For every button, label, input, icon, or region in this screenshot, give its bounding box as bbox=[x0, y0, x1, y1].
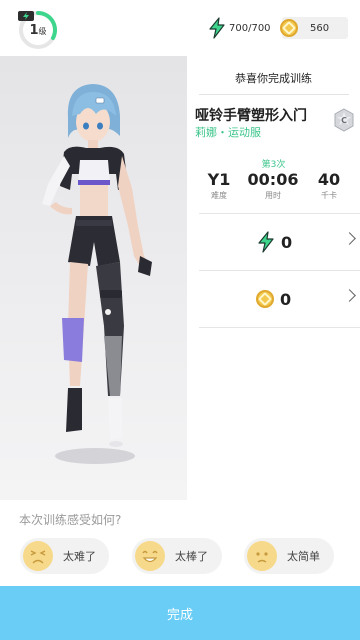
coin-icon bbox=[256, 290, 274, 308]
feedback-label: 太难了 bbox=[63, 550, 96, 563]
coin-reward-value: 0 bbox=[280, 289, 292, 309]
feedback-label: 太简单 bbox=[287, 550, 320, 563]
stats-row: Y1 难度 00:06 用时 40 千卡 bbox=[187, 170, 360, 204]
energy-reward-value: 0 bbox=[281, 232, 293, 252]
feedback-too-hard-button[interactable]: 太难了 bbox=[20, 538, 109, 574]
neutral-face-icon bbox=[247, 541, 277, 571]
level-value: 1 bbox=[29, 23, 39, 38]
coin-icon bbox=[280, 19, 298, 37]
divider bbox=[199, 327, 360, 328]
stat-label: 用时 bbox=[265, 191, 281, 200]
energy-icon bbox=[209, 17, 225, 39]
top-bar: 1级 700/700 560 bbox=[0, 0, 360, 56]
character-figure bbox=[42, 84, 152, 464]
completion-title: 恭喜你完成训练 bbox=[235, 72, 312, 85]
sad-face-icon bbox=[23, 541, 53, 571]
coin-value: 560 bbox=[310, 22, 330, 34]
stat-label: 难度 bbox=[211, 191, 227, 200]
stat-value: Y1 bbox=[207, 170, 231, 189]
feedback-great-button[interactable]: 太棒了 bbox=[132, 538, 222, 574]
course-subtitle: 莉娜・运动服 bbox=[195, 126, 261, 139]
lightning-badge-icon bbox=[18, 11, 34, 21]
energy-value: 700/700 bbox=[229, 22, 271, 34]
results-panel: 恭喜你完成训练 哑铃手臂塑形入门 莉娜・运动服 C 第3次 Y1 难度 00:0… bbox=[187, 56, 360, 500]
feedback-label: 太棒了 bbox=[175, 550, 208, 563]
stat-duration: 00:06 用时 bbox=[243, 170, 303, 201]
chevron-right-icon bbox=[343, 232, 356, 245]
divider bbox=[199, 94, 349, 95]
stat-value: 40 bbox=[317, 170, 341, 189]
level-indicator[interactable]: 1级 bbox=[18, 10, 58, 50]
level-unit: 级 bbox=[38, 27, 47, 36]
character-preview bbox=[0, 56, 187, 500]
chevron-right-icon bbox=[343, 289, 356, 302]
grade-c-badge-icon: C bbox=[334, 108, 354, 132]
energy-counter[interactable]: 700/700 bbox=[208, 17, 276, 39]
stat-label: 千卡 bbox=[321, 191, 337, 200]
attempt-count: 第3次 bbox=[261, 160, 286, 170]
stat-value: 00:06 bbox=[247, 170, 299, 189]
coin-reward-row[interactable]: 0 bbox=[199, 270, 360, 328]
finish-button[interactable]: 完成 bbox=[0, 586, 360, 640]
feedback-too-easy-button[interactable]: 太简单 bbox=[244, 538, 334, 574]
svg-text:C: C bbox=[341, 116, 347, 125]
course-name: 哑铃手臂塑形入门 bbox=[195, 108, 307, 124]
energy-reward-row[interactable]: 0 bbox=[199, 213, 360, 271]
energy-icon bbox=[258, 231, 274, 253]
feedback-question: 本次训练感受如何? bbox=[19, 513, 122, 527]
stat-difficulty: Y1 难度 bbox=[197, 170, 241, 201]
level-label: 1级 bbox=[18, 23, 58, 38]
stat-calories: 40 千卡 bbox=[307, 170, 351, 201]
coin-counter[interactable]: 560 bbox=[280, 17, 348, 39]
happy-face-icon bbox=[135, 541, 165, 571]
